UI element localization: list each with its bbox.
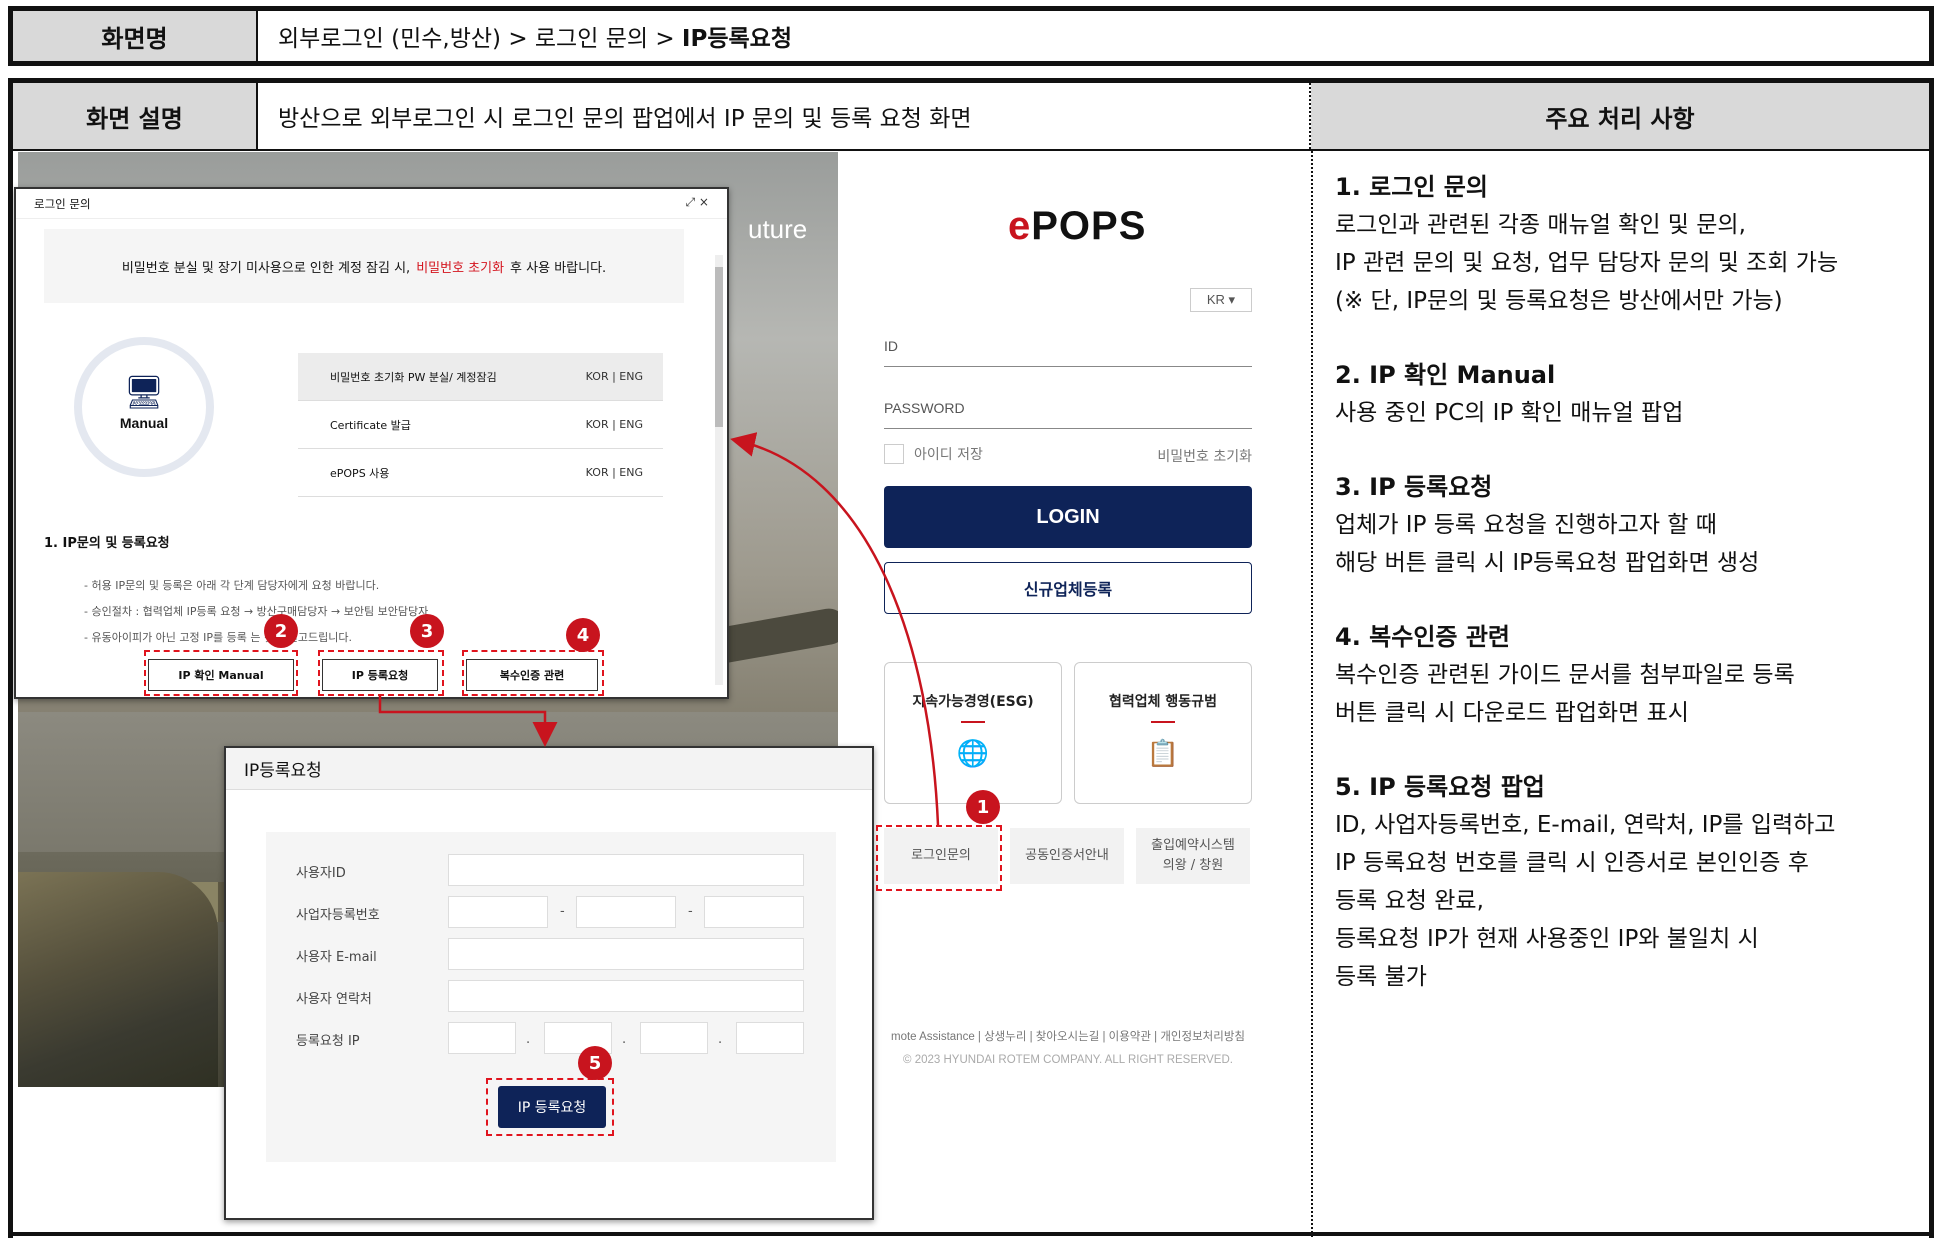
arrow-inquiry-to-popup (730, 432, 940, 826)
arrow-register-to-ip-popup (378, 696, 558, 747)
callout-arrows (378, 432, 940, 826)
